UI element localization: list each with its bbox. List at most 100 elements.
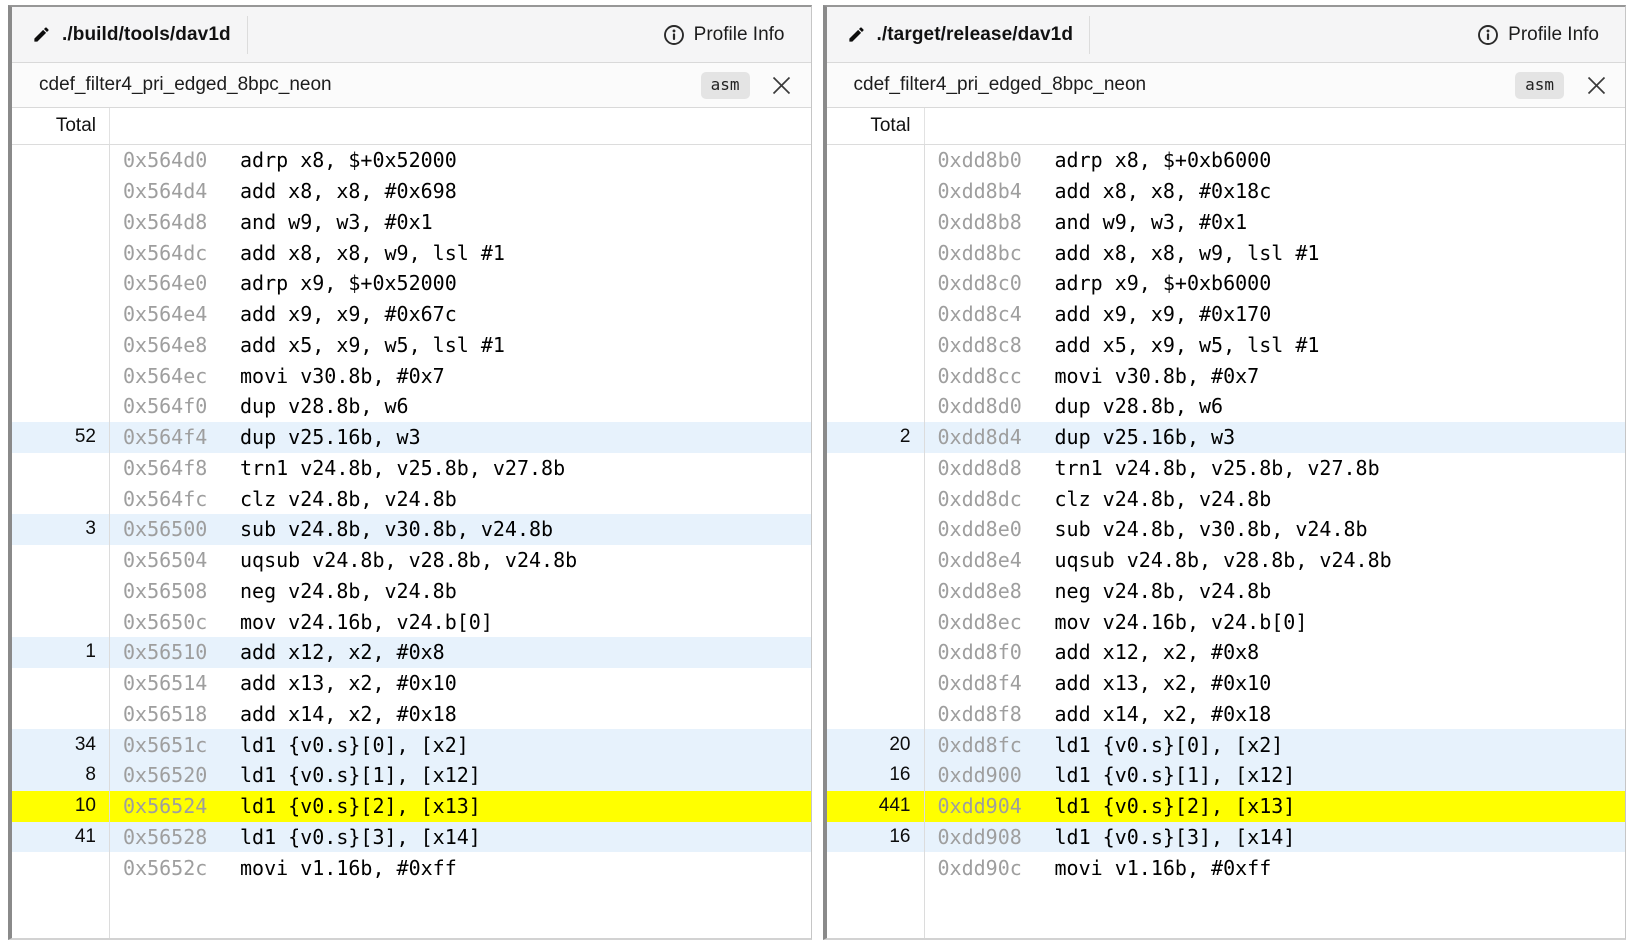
asm-row[interactable]: 0xdd8bc add x8, x8, w9, lsl #1 [827, 237, 1626, 268]
instruction-text: dup v28.8b, w6 [1055, 391, 1224, 422]
asm-row[interactable]: 0x564dc add x8, x8, w9, lsl #1 [12, 237, 811, 268]
total-count [12, 299, 110, 330]
total-count [827, 237, 925, 268]
pencil-icon[interactable] [32, 25, 51, 44]
instruction-address: 0xdd8f4 [938, 668, 1055, 699]
asm-row[interactable]: 0xdd90c movi v1.16b, #0xff [827, 852, 1626, 883]
instruction-address: 0xdd8f0 [938, 637, 1055, 668]
asm-row[interactable]: 441 0xdd904 ld1 {v0.s}[2], [x13] [827, 791, 1626, 822]
instruction-address: 0x56524 [123, 791, 240, 822]
instruction-text: add x8, x8, #0x18c [1055, 176, 1272, 207]
asm-row[interactable]: 0xdd8f8 add x14, x2, #0x18 [827, 699, 1626, 730]
asm-row[interactable]: 0x564fc clz v24.8b, v24.8b [12, 483, 811, 514]
asm-row[interactable]: 0xdd8b4 add x8, x8, #0x18c [827, 176, 1626, 207]
instruction-text: adrp x8, $+0x52000 [240, 145, 457, 176]
instruction-text: add x8, x8, w9, lsl #1 [1055, 237, 1320, 268]
total-count: 16 [827, 760, 925, 791]
asm-row[interactable]: 0xdd8c0 adrp x9, $+0xb6000 [827, 268, 1626, 299]
info-circle-icon [663, 24, 685, 46]
asm-row[interactable]: 0x564e8 add x5, x9, w5, lsl #1 [12, 330, 811, 361]
instruction-address: 0x564e4 [123, 299, 240, 330]
function-header: cdef_filter4_pri_edged_8bpc_neon asm [12, 63, 811, 108]
asm-row[interactable]: 16 0xdd900 ld1 {v0.s}[1], [x12] [827, 760, 1626, 791]
asm-rows: 0x564d0 adrp x8, $+0x52000 0x564d4 add x… [12, 145, 811, 938]
total-count [827, 514, 925, 545]
asm-row[interactable]: 41 0x56528 ld1 {v0.s}[3], [x14] [12, 822, 811, 853]
instruction-address: 0xdd8dc [938, 483, 1055, 514]
asm-row[interactable]: 0x564d8 and w9, w3, #0x1 [12, 207, 811, 238]
asm-row[interactable]: 0x56514 add x13, x2, #0x10 [12, 668, 811, 699]
total-count [827, 606, 925, 637]
asm-row[interactable]: 0xdd8c4 add x9, x9, #0x170 [827, 299, 1626, 330]
total-count: 10 [12, 791, 110, 822]
asm-row[interactable]: 8 0x56520 ld1 {v0.s}[1], [x12] [12, 760, 811, 791]
asm-row[interactable]: 0xdd8dc clz v24.8b, v24.8b [827, 483, 1626, 514]
total-count [12, 207, 110, 238]
asm-row[interactable]: 0x56518 add x14, x2, #0x18 [12, 699, 811, 730]
total-count [827, 299, 925, 330]
instruction-text: uqsub v24.8b, v28.8b, v24.8b [240, 545, 577, 576]
column-header-row: Total [827, 108, 1626, 145]
profile-info-button[interactable]: Profile Info [1477, 24, 1599, 46]
asm-row[interactable]: 0xdd8f4 add x13, x2, #0x10 [827, 668, 1626, 699]
asm-row[interactable]: 34 0x5651c ld1 {v0.s}[0], [x2] [12, 729, 811, 760]
total-count [12, 330, 110, 361]
asm-row[interactable]: 0xdd8c8 add x5, x9, w5, lsl #1 [827, 330, 1626, 361]
total-count [12, 483, 110, 514]
instruction-text: neg v24.8b, v24.8b [1055, 576, 1272, 607]
instruction-address: 0x5650c [123, 606, 240, 637]
asm-row[interactable]: 0x564e0 adrp x9, $+0x52000 [12, 268, 811, 299]
asm-row[interactable]: 0xdd8e8 neg v24.8b, v24.8b [827, 576, 1626, 607]
close-button[interactable] [1583, 72, 1609, 98]
instruction-text: ld1 {v0.s}[2], [x13] [240, 791, 481, 822]
profile-info-button[interactable]: Profile Info [663, 24, 785, 46]
asm-row[interactable]: 0xdd8b8 and w9, w3, #0x1 [827, 207, 1626, 238]
asm-row[interactable]: 0x564d4 add x8, x8, #0x698 [12, 176, 811, 207]
instruction-text: add x12, x2, #0x8 [240, 637, 445, 668]
asm-row[interactable]: 0xdd8cc movi v30.8b, #0x7 [827, 360, 1626, 391]
asm-row[interactable]: 0x5650c mov v24.16b, v24.b[0] [12, 606, 811, 637]
asm-row[interactable]: 0x564f8 trn1 v24.8b, v25.8b, v27.8b [12, 453, 811, 484]
total-count [12, 360, 110, 391]
panel-toolbar: ./target/release/dav1d Profile Info [827, 7, 1626, 63]
asm-row[interactable]: 0xdd8d8 trn1 v24.8b, v25.8b, v27.8b [827, 453, 1626, 484]
asm-row[interactable]: 0xdd8ec mov v24.16b, v24.b[0] [827, 606, 1626, 637]
asm-badge[interactable]: asm [701, 72, 750, 99]
asm-row[interactable]: 2 0xdd8d4 dup v25.16b, w3 [827, 422, 1626, 453]
asm-row[interactable]: 52 0x564f4 dup v25.16b, w3 [12, 422, 811, 453]
pencil-icon[interactable] [847, 25, 866, 44]
asm-row[interactable]: 0x564d0 adrp x8, $+0x52000 [12, 145, 811, 176]
asm-row[interactable]: 0x564f0 dup v28.8b, w6 [12, 391, 811, 422]
instruction-address: 0xdd8d4 [938, 422, 1055, 453]
instruction-address: 0x5651c [123, 729, 240, 760]
instruction-address: 0xdd8cc [938, 360, 1055, 391]
instruction-text: movi v1.16b, #0xff [240, 852, 457, 883]
instruction-text: ld1 {v0.s}[3], [x14] [240, 822, 481, 853]
asm-row[interactable]: 0xdd8e4 uqsub v24.8b, v28.8b, v24.8b [827, 545, 1626, 576]
assembly-panel: ./target/release/dav1d Profile Info cdef… [823, 5, 1627, 940]
instruction-address: 0xdd8d0 [938, 391, 1055, 422]
asm-row[interactable]: 0x564ec movi v30.8b, #0x7 [12, 360, 811, 391]
total-column-header: Total [12, 108, 110, 144]
asm-row[interactable]: 0xdd8e0 sub v24.8b, v30.8b, v24.8b [827, 514, 1626, 545]
asm-row[interactable]: 16 0xdd908 ld1 {v0.s}[3], [x14] [827, 822, 1626, 853]
asm-row[interactable]: 20 0xdd8fc ld1 {v0.s}[0], [x2] [827, 729, 1626, 760]
asm-row[interactable]: 0xdd8f0 add x12, x2, #0x8 [827, 637, 1626, 668]
asm-row[interactable]: 0x5652c movi v1.16b, #0xff [12, 852, 811, 883]
asm-row[interactable]: 10 0x56524 ld1 {v0.s}[2], [x13] [12, 791, 811, 822]
asm-row[interactable]: 0xdd8b0 adrp x8, $+0xb6000 [827, 145, 1626, 176]
instruction-address: 0x56518 [123, 699, 240, 730]
asm-badge[interactable]: asm [1515, 72, 1564, 99]
instruction-address: 0xdd8e8 [938, 576, 1055, 607]
asm-row[interactable]: 3 0x56500 sub v24.8b, v30.8b, v24.8b [12, 514, 811, 545]
instruction-address: 0x564f4 [123, 422, 240, 453]
asm-row[interactable]: 0x56504 uqsub v24.8b, v28.8b, v24.8b [12, 545, 811, 576]
total-count: 2 [827, 422, 925, 453]
instruction-text: clz v24.8b, v24.8b [1055, 483, 1272, 514]
asm-row[interactable]: 1 0x56510 add x12, x2, #0x8 [12, 637, 811, 668]
asm-row[interactable]: 0x564e4 add x9, x9, #0x67c [12, 299, 811, 330]
asm-row[interactable]: 0x56508 neg v24.8b, v24.8b [12, 576, 811, 607]
close-button[interactable] [769, 72, 795, 98]
asm-row[interactable]: 0xdd8d0 dup v28.8b, w6 [827, 391, 1626, 422]
total-count: 16 [827, 822, 925, 853]
